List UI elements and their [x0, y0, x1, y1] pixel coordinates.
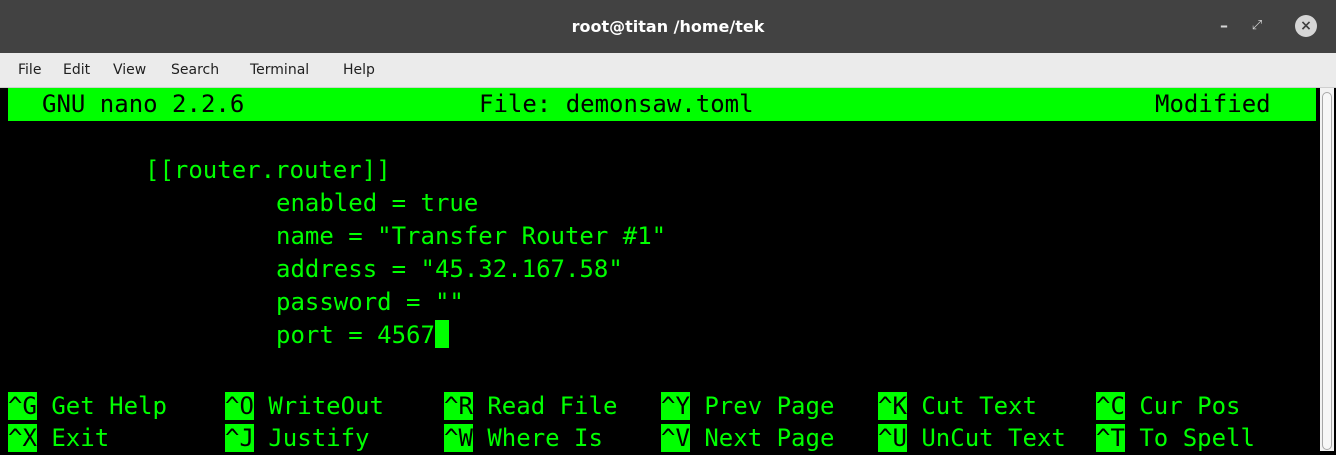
- title-bar[interactable]: root@titan /home/tek – ⤢ ×: [0, 0, 1336, 53]
- scrollbar-thumb[interactable]: [1322, 92, 1332, 450]
- shortcut-label: Cur Pos: [1139, 392, 1241, 420]
- shortcut-label: To Spell: [1139, 424, 1255, 452]
- shortcut-prev-page[interactable]: ^Y Prev Page: [661, 390, 834, 423]
- menu-terminal[interactable]: Terminal: [250, 53, 309, 87]
- code-line: name = "Transfer Router #1": [276, 222, 667, 250]
- text-cursor: [434, 320, 449, 348]
- window-title: root@titan /home/tek: [571, 17, 765, 36]
- shortcut-read-file[interactable]: ^R Read File: [444, 390, 617, 423]
- shortcut-key: ^X: [8, 424, 37, 452]
- shortcut-label: Cut Text: [921, 392, 1037, 420]
- shortcut-label: Get Help: [51, 392, 167, 420]
- menu-search[interactable]: Search: [171, 53, 219, 87]
- shortcut-key: ^R: [444, 392, 473, 420]
- shortcut-label: WriteOut: [268, 392, 384, 420]
- nano-status: Modified: [1155, 90, 1271, 118]
- shortcut-key: ^C: [1096, 392, 1125, 420]
- terminal-window: root@titan /home/tek – ⤢ × File Edit Vie…: [0, 0, 1336, 452]
- shortcut-cut-text[interactable]: ^K Cut Text: [878, 390, 1037, 423]
- shortcut-cur-pos[interactable]: ^C Cur Pos: [1096, 390, 1241, 423]
- menu-help[interactable]: Help: [343, 53, 375, 87]
- shortcut-label: UnCut Text: [921, 424, 1066, 452]
- menu-view[interactable]: View: [113, 53, 146, 87]
- shortcut-get-help[interactable]: ^G Get Help: [8, 390, 167, 423]
- shortcut-to-spell[interactable]: ^T To Spell: [1096, 422, 1255, 455]
- shortcut-exit[interactable]: ^X Exit: [8, 422, 109, 455]
- nano-version: GNU nano 2.2.6: [42, 90, 245, 118]
- shortcut-label: Prev Page: [704, 392, 835, 420]
- shortcut-writeout[interactable]: ^O WriteOut: [225, 390, 384, 423]
- shortcut-label: Next Page: [704, 424, 835, 452]
- shortcut-label: Read File: [487, 392, 618, 420]
- nano-header: GNU nano 2.2.6 File: demonsaw.toml Modif…: [8, 88, 1316, 121]
- nano-filename: File: demonsaw.toml: [479, 90, 754, 118]
- shortcut-where-is[interactable]: ^W Where Is: [444, 422, 603, 455]
- shortcut-uncut-text[interactable]: ^U UnCut Text: [878, 422, 1066, 455]
- maximize-icon[interactable]: ⤢: [1246, 15, 1268, 37]
- menu-bar: File Edit View Search Terminal Help: [0, 53, 1336, 88]
- shortcut-key: ^W: [444, 424, 473, 452]
- shortcut-key: ^K: [878, 392, 907, 420]
- shortcut-key: ^T: [1096, 424, 1125, 452]
- shortcut-next-page[interactable]: ^V Next Page: [661, 422, 834, 455]
- scrollbar[interactable]: [1320, 88, 1334, 451]
- shortcut-key: ^U: [878, 424, 907, 452]
- shortcut-key: ^O: [225, 392, 254, 420]
- code-line: address = "45.32.167.58": [276, 255, 623, 283]
- shortcut-label: Exit: [51, 424, 110, 452]
- shortcut-key: ^V: [661, 424, 690, 452]
- shortcut-key: ^G: [8, 392, 37, 420]
- shortcut-key: ^Y: [661, 392, 690, 420]
- minimize-icon[interactable]: –: [1213, 15, 1235, 37]
- menu-edit[interactable]: Edit: [63, 53, 90, 87]
- code-line-last: port = 4567: [276, 319, 449, 352]
- shortcut-justify[interactable]: ^J Justify: [225, 422, 370, 455]
- code-line: [[router.router]]: [145, 156, 391, 184]
- code-line: enabled = true: [276, 189, 479, 217]
- shortcut-label: Where Is: [487, 424, 603, 452]
- close-icon[interactable]: ×: [1295, 15, 1317, 37]
- code-line: port = 4567: [276, 321, 435, 349]
- shortcut-key: ^J: [225, 424, 254, 452]
- menu-file[interactable]: File: [18, 53, 41, 87]
- code-line: password = "": [276, 288, 464, 316]
- shortcut-label: Justify: [268, 424, 370, 452]
- terminal-area[interactable]: GNU nano 2.2.6 File: demonsaw.toml Modif…: [8, 88, 1316, 452]
